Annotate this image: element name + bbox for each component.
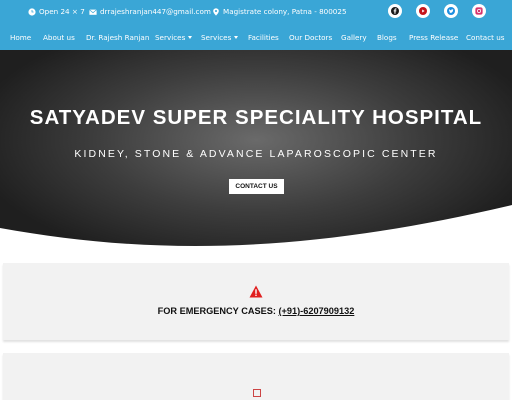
- address-info: Magistrate colony, Patna - 800025: [212, 6, 347, 17]
- nav-facilities[interactable]: Facilities: [248, 32, 279, 43]
- main-nav: Home About us Dr. Rajesh Ranjan Services…: [0, 28, 512, 46]
- instagram-link[interactable]: [472, 4, 486, 18]
- youtube-icon: [419, 7, 427, 15]
- hours-text: Open 24 × 7: [39, 7, 85, 16]
- facebook-icon: [391, 7, 399, 15]
- caret-down-icon: [234, 36, 239, 39]
- youtube-link[interactable]: [416, 4, 430, 18]
- warning-icon: [249, 285, 263, 298]
- hero-banner: SATYADEV SUPER SPECIALITY HOSPITAL KIDNE…: [0, 50, 512, 250]
- facebook-link[interactable]: [388, 4, 402, 18]
- nav-dr-rajesh-ranjan[interactable]: Dr. Rajesh Ranjan: [86, 32, 149, 43]
- nav-blogs[interactable]: Blogs: [377, 32, 397, 43]
- twitter-link[interactable]: [444, 4, 458, 18]
- emergency-line: FOR EMERGENCY CASES: (+91)-6207909132: [3, 306, 509, 316]
- nav-services-2[interactable]: Services: [201, 32, 239, 43]
- emergency-label: FOR EMERGENCY CASES:: [157, 306, 276, 316]
- nav-label: Press Release: [409, 33, 459, 42]
- nav-about-us[interactable]: About us: [43, 32, 75, 43]
- address-text: Magistrate colony, Patna - 800025: [223, 7, 347, 16]
- twitter-icon: [447, 7, 455, 15]
- caret-down-icon: [188, 36, 193, 39]
- nav-press-release[interactable]: Press Release: [409, 32, 458, 43]
- social-links: [388, 4, 486, 18]
- emergency-card: FOR EMERGENCY CASES: (+91)-6207909132: [3, 263, 509, 340]
- top-header: Open 24 × 7 drrajeshranjan447@gmail.com …: [0, 0, 512, 50]
- email-info[interactable]: drrajeshranjan447@gmail.com: [89, 6, 211, 17]
- hours-info: Open 24 × 7: [28, 6, 85, 17]
- instagram-icon: [475, 7, 483, 15]
- contact-us-button[interactable]: CONTACT US: [229, 179, 284, 194]
- emergency-phone-link[interactable]: (+91)-6207909132: [278, 306, 354, 316]
- envelope-icon: [89, 8, 97, 15]
- nav-label: Gallery: [341, 33, 367, 42]
- nav-label: Contact us: [466, 33, 505, 42]
- email-text[interactable]: drrajeshranjan447@gmail.com: [100, 7, 211, 16]
- nav-label: About us: [43, 33, 75, 42]
- nav-gallery[interactable]: Gallery: [341, 32, 367, 43]
- clock-icon: [28, 7, 36, 16]
- nav-services-1[interactable]: Services: [155, 32, 193, 43]
- nav-label: Home: [10, 33, 32, 42]
- hero-subtitle: KIDNEY, STONE & ADVANCE LAPAROSCOPIC CEN…: [74, 148, 438, 160]
- map-marker-icon: [213, 7, 219, 16]
- nav-contact-us[interactable]: Contact us: [466, 32, 505, 43]
- nav-label: Our Doctors: [289, 33, 333, 42]
- nav-label: Facilities: [248, 33, 279, 42]
- info-card: [3, 353, 509, 400]
- nav-label: Blogs: [377, 33, 397, 42]
- info-bar: Open 24 × 7 drrajeshranjan447@gmail.com …: [0, 0, 512, 23]
- nav-our-doctors[interactable]: Our Doctors: [289, 32, 332, 43]
- nav-label: Services: [155, 33, 186, 42]
- nav-home[interactable]: Home: [10, 32, 31, 43]
- hero-title: SATYADEV SUPER SPECIALITY HOSPITAL: [29, 106, 483, 129]
- nav-label: Dr. Rajesh Ranjan: [86, 33, 150, 42]
- nav-label: Services: [201, 33, 232, 42]
- broken-image-icon: [253, 389, 261, 397]
